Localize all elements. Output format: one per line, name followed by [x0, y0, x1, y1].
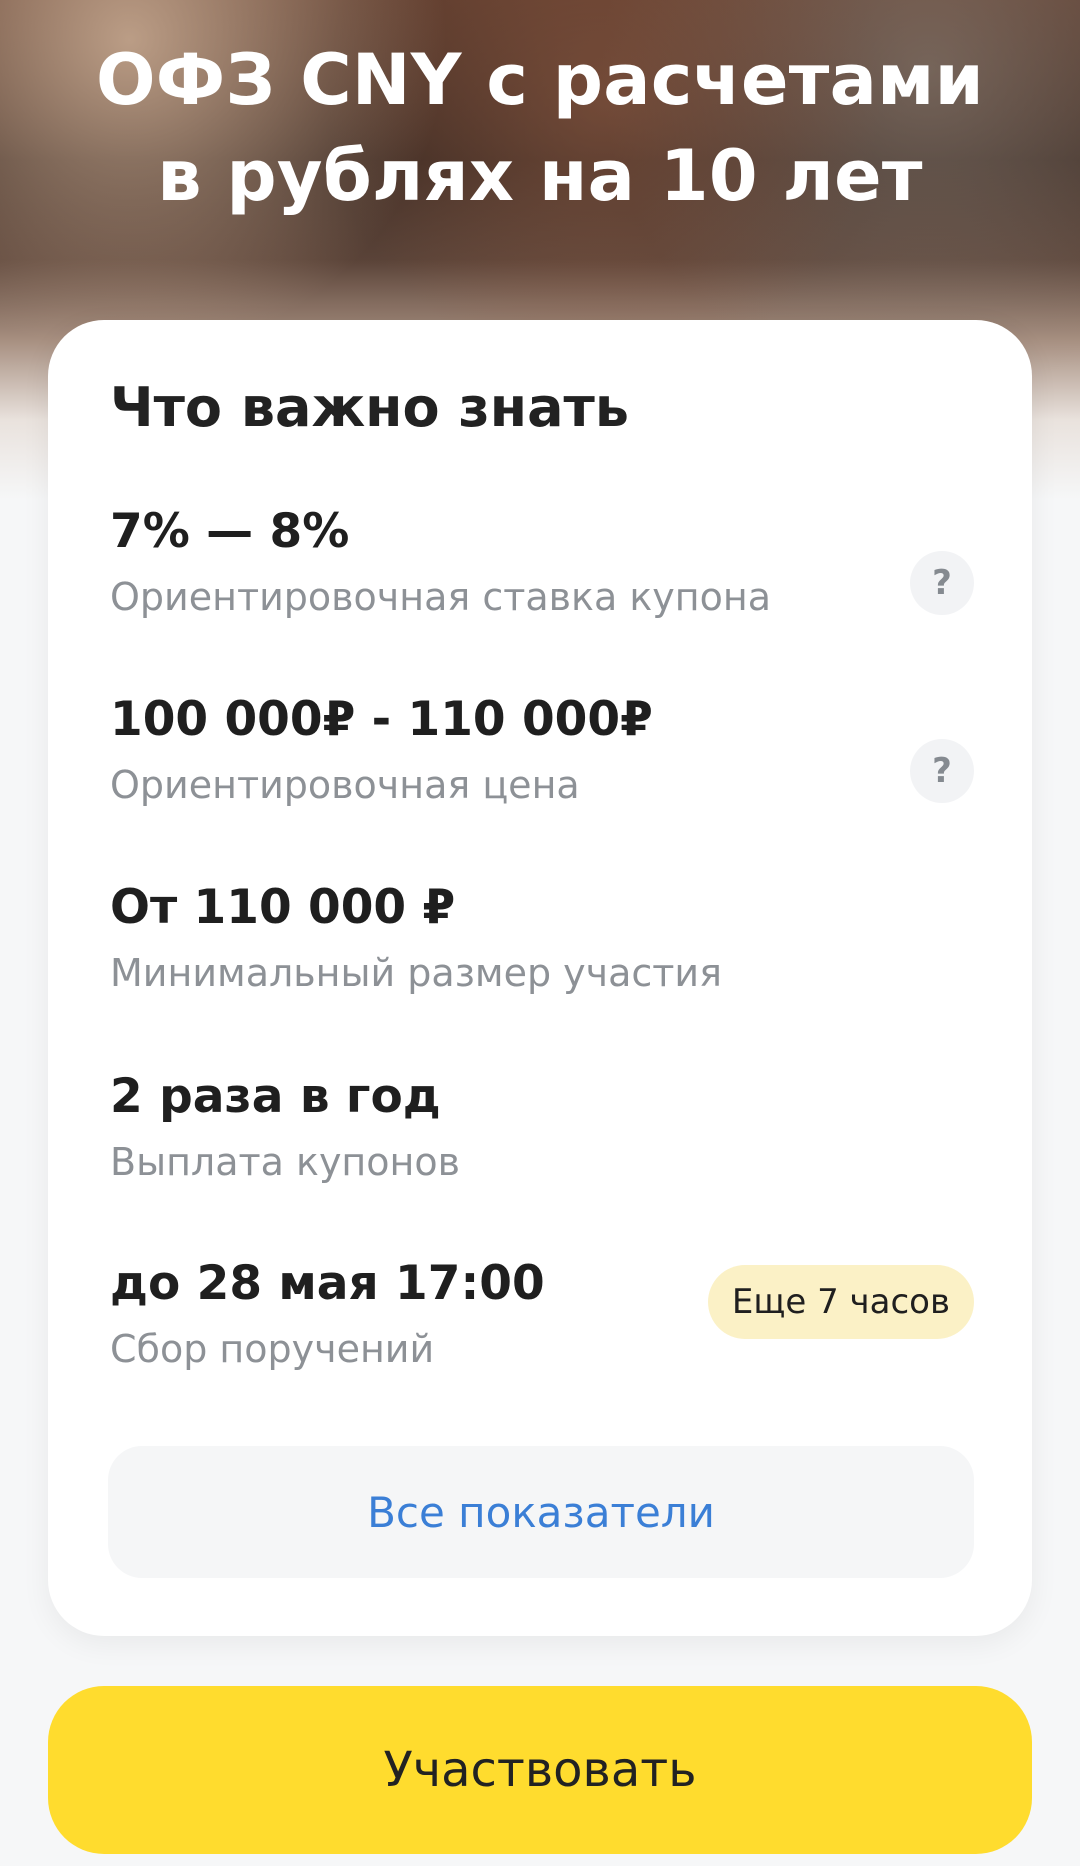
card-heading: Что важно знать [110, 376, 629, 439]
coupon-payment-value: 2 раза в год [110, 1069, 441, 1124]
question-mark-icon: ? [932, 751, 952, 791]
price-help-button[interactable]: ? [910, 739, 974, 803]
key-info-card: Что важно знать 7% — 8% Ориентировочная … [48, 320, 1032, 1636]
min-participation-label: Минимальный размер участия [110, 951, 722, 995]
min-participation-value: От 110 000 ₽ [110, 880, 456, 935]
page-title-line-1: ОФЗ CNY с расчетами [95, 39, 985, 121]
info-item-price: 100 000₽ - 110 000₽ Ориентировочная цена… [110, 693, 974, 807]
page-title: ОФЗ CNY с расчетами в рублях на 10 лет [40, 32, 1040, 224]
time-remaining-badge: Еще 7 часов [707, 1265, 974, 1339]
coupon-rate-help-button[interactable]: ? [910, 551, 974, 615]
info-item-min-participation: От 110 000 ₽ Минимальный размер участия [110, 880, 974, 996]
price-label: Ориентировочная цена [110, 763, 580, 807]
coupon-rate-value: 7% — 8% [110, 504, 350, 559]
coupon-rate-label: Ориентировочная ставка купона [110, 575, 772, 619]
coupon-payment-label: Выплата купонов [110, 1140, 461, 1184]
info-item-coupon-rate: 7% — 8% Ориентировочная ставка купона ? [110, 505, 974, 619]
page-title-line-2: в рублях на 10 лет [157, 135, 923, 217]
price-value: 100 000₽ - 110 000₽ [110, 692, 653, 747]
all-indicators-button[interactable]: Все показатели [108, 1446, 974, 1578]
question-mark-icon: ? [932, 563, 952, 603]
info-item-order-collection: до 28 мая 17:00 Сбор поручений Еще 7 час… [110, 1257, 974, 1371]
info-item-coupon-payment: 2 раза в год Выплата купонов [110, 1069, 974, 1185]
participate-button[interactable]: Участвовать [48, 1686, 1032, 1854]
